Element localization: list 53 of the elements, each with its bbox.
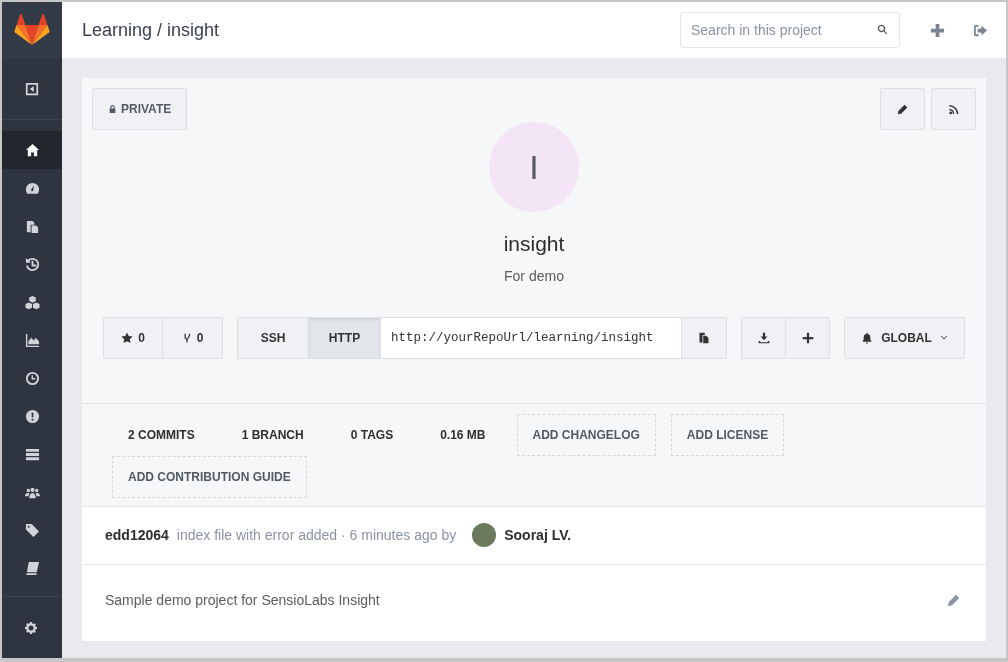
visibility-button[interactable]: PRIVATE (92, 88, 188, 130)
pencil-icon (897, 103, 908, 115)
add-file-link[interactable]: ADD CONTRIBUTION GUIDE (112, 455, 307, 498)
project-avatar: I (489, 122, 579, 212)
add-file-link[interactable]: ADD LICENSE (670, 413, 785, 456)
notification-dropdown[interactable]: GLOBAL (844, 316, 965, 359)
search-field[interactable]: Search in this project (680, 12, 900, 48)
exclamation-icon (24, 408, 40, 424)
protocol-tab[interactable]: HTTP (309, 316, 381, 359)
copy-button[interactable] (681, 316, 727, 359)
dashboard-gauge-icon (24, 180, 40, 196)
commit-sha[interactable]: edd12064 (105, 524, 169, 546)
page-title: Learning / insight (82, 18, 221, 42)
lock-icon (108, 104, 117, 114)
list-icon (24, 446, 40, 462)
stat-link[interactable]: 2 COMMITS (112, 413, 211, 456)
cubes-icon (24, 294, 40, 310)
fork-button[interactable]: 0 (163, 316, 223, 359)
project-description: For demo (504, 266, 564, 286)
author-link[interactable]: Sooraj LV. (504, 524, 572, 546)
star-button[interactable]: 0 (103, 316, 163, 359)
bell-icon (861, 331, 874, 344)
search-icon (877, 24, 888, 35)
clock-icon (24, 370, 40, 386)
protocol-tab[interactable]: SSH (237, 316, 309, 359)
project-name: insight (503, 231, 565, 257)
gears-icon (24, 619, 40, 636)
clone-url-field[interactable]: http://yourRepoUrl/learning/insight (381, 316, 681, 359)
plus-icon (801, 331, 814, 344)
commit-message: index file with error added · 6 minutes ago by (176, 525, 457, 545)
download-icon (757, 331, 770, 344)
user-avatar (472, 523, 497, 547)
collapse-sidebar-icon[interactable] (25, 81, 39, 96)
plus-icon (930, 22, 945, 38)
area-chart-icon (24, 332, 40, 348)
sign-out-icon (973, 22, 988, 38)
stat-link[interactable]: 0.16 MB (424, 413, 502, 456)
star-icon (121, 331, 134, 344)
stat-link[interactable]: 1 BRANCH (225, 413, 320, 456)
fox-logo[interactable] (14, 14, 50, 46)
sidebar-item[interactable] (2, 131, 62, 169)
pencil-icon (947, 593, 960, 607)
history-icon (24, 256, 40, 272)
readme-text: Sample demo project for SensioLabs Insight (105, 590, 380, 610)
home-icon (24, 142, 40, 158)
files-icon (24, 218, 40, 234)
tags-icon (24, 522, 40, 538)
stat-link[interactable]: 0 TAGS (334, 413, 410, 456)
clipboard-icon (698, 331, 710, 344)
caret-icon (939, 333, 948, 342)
rss-icon (948, 103, 959, 115)
add-file-link[interactable]: ADD CHANGELOG (516, 413, 656, 456)
book-icon (24, 560, 40, 576)
